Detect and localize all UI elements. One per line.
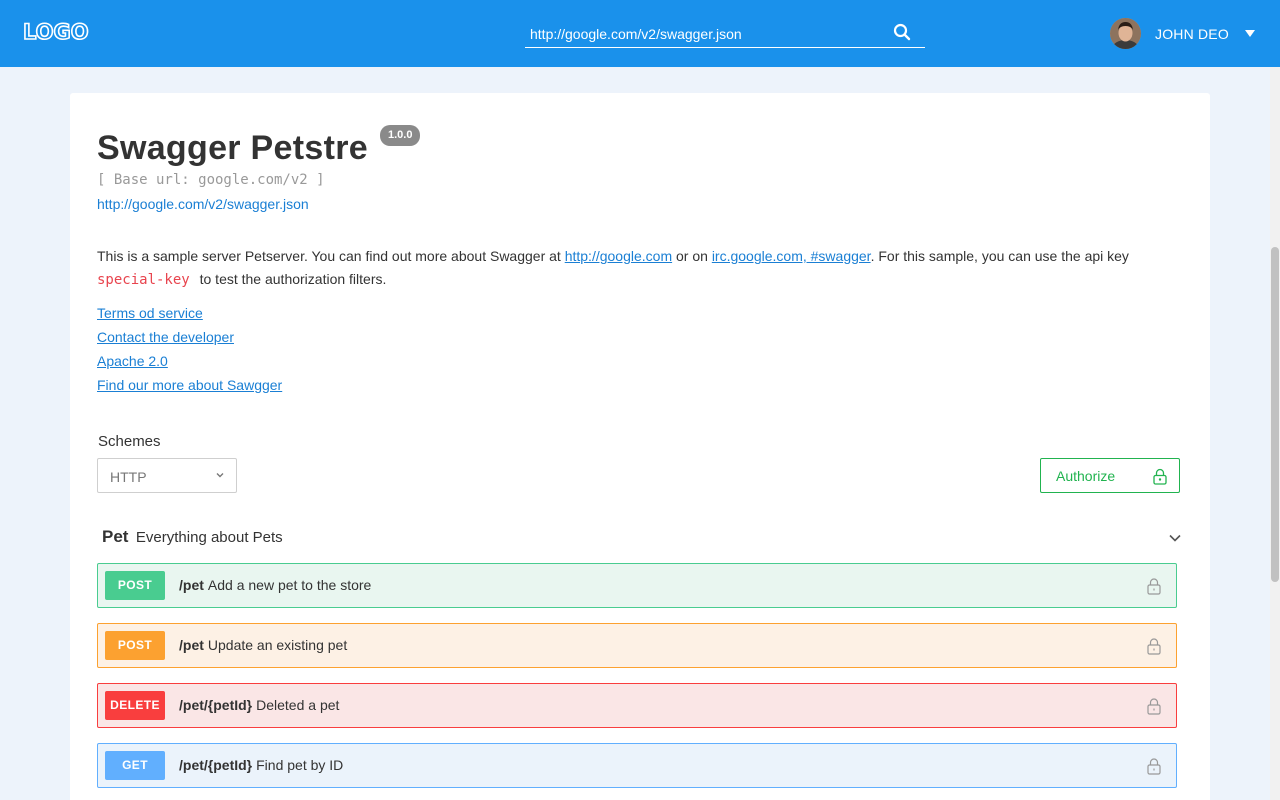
schemes-select[interactable]: HTTP <box>97 458 237 493</box>
spec-link[interactable]: http://google.com/v2/swagger.json <box>97 196 309 212</box>
top-bar: LOGO JOHN DEO <box>0 0 1280 67</box>
description-link-irc[interactable]: irc.google.com, #swagger <box>712 248 871 264</box>
operation-summary: Deleted a pet <box>256 697 340 713</box>
avatar <box>1110 18 1141 49</box>
search-bar <box>525 20 925 48</box>
operation-summary: Add a new pet to the store <box>207 577 372 593</box>
description-text: or on <box>672 248 712 264</box>
section-pet-header[interactable]: Pet Everything about Pets <box>102 527 1182 549</box>
search-input[interactable] <box>525 22 885 46</box>
operation-path: /pet Add a new pet to the store <box>179 577 371 593</box>
api-key: special-key <box>97 272 190 288</box>
description-text: . For this sample, you can use the api k… <box>870 248 1129 264</box>
scrollbar-thumb[interactable] <box>1271 247 1279 582</box>
contact-link[interactable]: Contact the developer <box>97 325 282 349</box>
chevron-down-icon <box>216 473 224 478</box>
method-badge: POST <box>105 571 165 600</box>
info-links: Terms od service Contact the developer A… <box>97 301 282 397</box>
operation-row[interactable]: GET /pet/{petId} Find pet by ID <box>97 743 1177 788</box>
section-name: Pet <box>102 527 129 546</box>
terms-link[interactable]: Terms od service <box>97 301 282 325</box>
description-text: to test the authorization filters. <box>195 271 387 287</box>
lock-icon[interactable] <box>1147 637 1161 655</box>
operation-row[interactable]: DELETE /pet/{petId} Deleted a pet <box>97 683 1177 728</box>
main-card: Swagger Petstre 1.0.0 [ Base url: google… <box>70 93 1210 800</box>
search-icon[interactable] <box>893 23 911 41</box>
user-menu[interactable]: JOHN DEO <box>1110 18 1270 50</box>
operation-path-text: /pet <box>179 637 204 653</box>
operation-row[interactable]: POST /pet Add a new pet to the store <box>97 563 1177 608</box>
operation-summary: Update an existing pet <box>207 637 348 653</box>
description-link-google[interactable]: http://google.com <box>565 248 672 264</box>
license-link[interactable]: Apache 2.0 <box>97 349 282 373</box>
method-badge: POST <box>105 631 165 660</box>
method-badge: GET <box>105 751 165 780</box>
lock-icon[interactable] <box>1147 697 1161 715</box>
page-title: Swagger Petstre <box>97 129 368 167</box>
authorize-label: Authorize <box>1056 468 1116 484</box>
user-name: JOHN DEO <box>1155 26 1229 42</box>
description-text: This is a sample server Petserver. You c… <box>97 248 565 264</box>
authorize-button[interactable]: Authorize <box>1040 458 1180 493</box>
version-badge: 1.0.0 <box>380 125 421 146</box>
schemes-value: HTTP <box>110 469 147 485</box>
chevron-down-icon[interactable] <box>1168 531 1182 545</box>
lock-icon[interactable] <box>1147 577 1161 595</box>
operation-path: /pet/{petId} Deleted a pet <box>179 697 339 713</box>
lock-icon[interactable] <box>1147 757 1161 775</box>
operation-path: /pet/{petId} Find pet by ID <box>179 757 343 773</box>
external-docs-link[interactable]: Find our more about Sawgger <box>97 373 282 397</box>
operation-path-text: /pet/{petId} <box>179 757 253 773</box>
operation-path-text: /pet/{petId} <box>179 697 253 713</box>
operation-path: /pet Update an existing pet <box>179 637 347 653</box>
description: This is a sample server Petserver. You c… <box>97 245 1177 292</box>
section-description: Everything about Pets <box>135 529 283 546</box>
operation-summary: Find pet by ID <box>256 757 344 773</box>
operation-path-text: /pet <box>179 577 204 593</box>
base-url: [ Base url: google.com/v2 ] <box>97 172 325 188</box>
lock-icon <box>1153 468 1167 485</box>
caret-down-icon[interactable] <box>1245 30 1255 37</box>
operation-row[interactable]: POST /pet Update an existing pet <box>97 623 1177 668</box>
logo[interactable]: LOGO <box>22 19 89 45</box>
scrollbar[interactable] <box>1270 67 1280 800</box>
schemes-label: Schemes <box>98 433 161 450</box>
method-badge: DELETE <box>105 691 165 720</box>
